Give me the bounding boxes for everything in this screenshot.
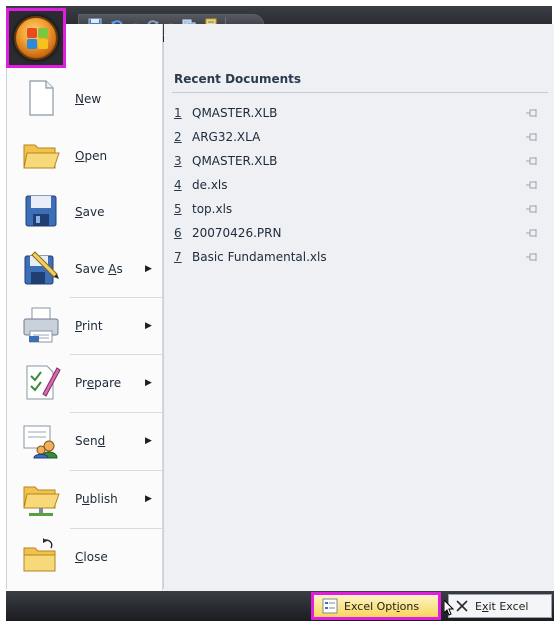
save-disk-icon <box>21 191 61 231</box>
recent-document-number: 6 <box>174 226 182 240</box>
pin-icon[interactable] <box>526 131 538 141</box>
menu-item-prepare[interactable]: Prepare ▶ <box>7 354 163 411</box>
recent-document-item[interactable]: 2 ARG32.XLA <box>174 127 546 147</box>
menu-separator <box>70 354 162 355</box>
menu-item-save[interactable]: Save <box>7 183 163 240</box>
mouse-cursor-icon <box>444 600 454 616</box>
menu-separator <box>70 470 162 471</box>
recent-document-item[interactable]: 6 20070426.PRN <box>174 223 546 243</box>
menu-item-open[interactable]: Open <box>7 127 163 184</box>
recent-document-name: Basic Fundamental.xls <box>192 250 327 264</box>
pin-icon[interactable] <box>526 203 538 213</box>
recent-document-item[interactable]: 5 top.xls <box>174 199 546 219</box>
recent-document-item[interactable]: 7 Basic Fundamental.xls <box>174 247 546 267</box>
menu-item-label: Publish <box>75 491 118 506</box>
office-logo-icon <box>27 28 49 50</box>
exit-excel-button[interactable]: Exit Excel <box>448 594 552 618</box>
submenu-arrow-icon: ▶ <box>145 263 152 274</box>
menu-item-label: Prepare <box>75 375 122 390</box>
recent-document-number: 2 <box>174 130 182 144</box>
options-icon <box>322 598 338 614</box>
recent-document-name: 20070426.PRN <box>192 226 282 240</box>
menu-item-label: New <box>75 91 102 106</box>
prepare-icon <box>21 362 61 402</box>
recent-document-number: 1 <box>174 106 182 120</box>
recent-document-name: top.xls <box>192 202 233 216</box>
pin-icon[interactable] <box>526 227 538 237</box>
office-button[interactable] <box>14 16 58 60</box>
recent-document-item[interactable]: 1 QMASTER.XLB <box>174 103 546 123</box>
submenu-arrow-icon: ▶ <box>145 493 152 504</box>
recent-documents-divider <box>172 92 548 93</box>
office-button-highlight <box>6 8 66 68</box>
recent-documents-header-area <box>164 24 554 64</box>
menu-item-label: Save As <box>75 261 123 276</box>
menu-separator <box>70 528 162 529</box>
recent-document-name: de.xls <box>192 178 228 192</box>
pin-icon[interactable] <box>526 155 538 165</box>
pin-icon[interactable] <box>526 251 538 261</box>
save-as-icon <box>21 248 61 288</box>
recent-document-item[interactable]: 3 QMASTER.XLB <box>174 151 546 171</box>
menu-item-send[interactable]: Send ▶ <box>7 412 163 469</box>
recent-document-item[interactable]: 4 de.xls <box>174 175 546 195</box>
new-document-icon <box>21 78 61 118</box>
menu-item-label: Save <box>75 204 105 219</box>
submenu-arrow-icon: ▶ <box>145 377 152 388</box>
recent-documents-title: Recent Documents <box>174 72 302 86</box>
pin-icon[interactable] <box>526 107 538 117</box>
submenu-arrow-icon: ▶ <box>145 320 152 331</box>
recent-document-number: 3 <box>174 154 182 168</box>
excel-options-label: Excel Options <box>344 599 420 613</box>
menu-separator <box>70 297 162 298</box>
recent-document-name: QMASTER.XLB <box>192 154 278 168</box>
menu-item-close[interactable]: Close <box>7 528 163 585</box>
menu-item-label: Send <box>75 433 106 448</box>
menu-item-label: Print <box>75 318 103 333</box>
recent-document-name: QMASTER.XLB <box>192 106 278 120</box>
menu-separator <box>70 412 162 413</box>
recent-document-name: ARG32.XLA <box>192 130 261 144</box>
menu-item-publish[interactable]: Publish ▶ <box>7 470 163 527</box>
menu-item-save-as[interactable]: Save As ▶ <box>7 240 163 297</box>
close-folder-icon <box>21 536 61 576</box>
exit-excel-label: Exit Excel <box>475 599 529 613</box>
pin-icon[interactable] <box>526 179 538 189</box>
menu-item-label: Open <box>75 148 108 163</box>
menu-item-print[interactable]: Print ▶ <box>7 297 163 354</box>
publish-icon <box>21 478 61 518</box>
recent-document-number: 7 <box>174 250 182 264</box>
recent-document-number: 4 <box>174 178 182 192</box>
submenu-arrow-icon: ▶ <box>145 435 152 446</box>
printer-icon <box>21 305 61 345</box>
menu-item-label: Close <box>75 549 108 564</box>
recent-document-number: 5 <box>174 202 182 216</box>
menu-item-new[interactable]: New <box>7 70 163 127</box>
close-x-icon <box>456 600 468 612</box>
open-folder-icon <box>21 135 61 175</box>
send-icon <box>21 420 61 460</box>
excel-options-button[interactable]: Excel Options <box>311 592 441 620</box>
